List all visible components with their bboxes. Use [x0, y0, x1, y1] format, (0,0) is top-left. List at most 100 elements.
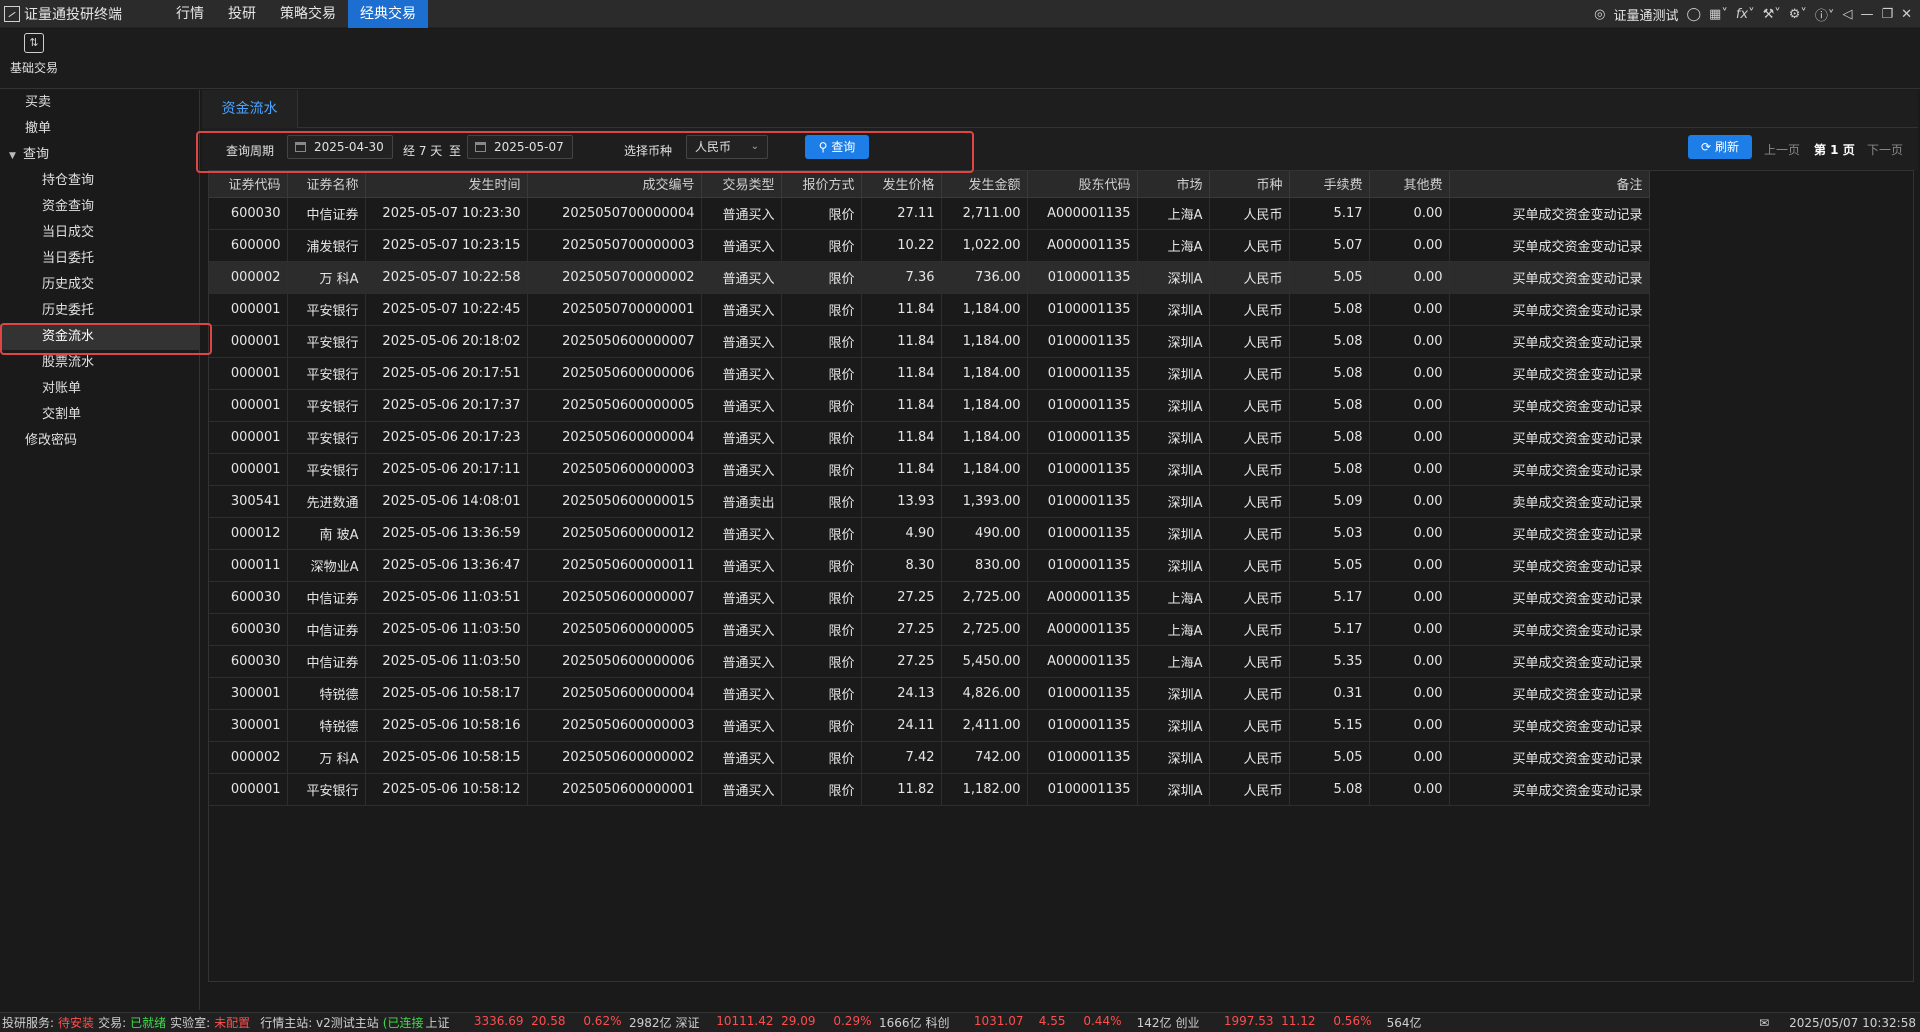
- column-header[interactable]: 备注: [1449, 171, 1650, 198]
- table-cell: 2025050600000007: [527, 581, 702, 614]
- table-cell: 000001: [209, 357, 288, 390]
- grid-layout-icon[interactable]: ▦˅: [1709, 7, 1728, 22]
- column-header[interactable]: 发生时间: [365, 171, 528, 198]
- table-cell: 2025-05-07 10:22:58: [365, 261, 528, 294]
- sidebar-item-statement[interactable]: 对账单: [0, 376, 199, 402]
- help-icon[interactable]: ⓘ˅: [1815, 5, 1835, 24]
- table-cell: A000001135: [1027, 229, 1138, 262]
- minimize-icon[interactable]: —: [1860, 7, 1873, 22]
- table-cell: 上海A: [1137, 581, 1210, 614]
- title-bar: 证量通投研终端 行情 投研 策略交易 经典交易 ◎ 证量通测试 ◯ ▦˅ fx˅…: [0, 0, 1920, 28]
- sidebar-item-today-deals[interactable]: 当日成交: [0, 220, 199, 246]
- sidebar-item-fund-flow[interactable]: 资金流水: [0, 324, 199, 350]
- status-bar: 投研服务: 待安装 交易: 已就绪 实验室: 未配置 行情主站: v2测试主站 …: [0, 1012, 1920, 1032]
- column-header[interactable]: 手续费: [1289, 171, 1370, 198]
- table-cell: 0.00: [1369, 357, 1450, 390]
- table-row[interactable]: 000012 南 玻A 2025-05-06 13:36:59 20250506000…: [209, 517, 1650, 550]
- column-header[interactable]: 发生金额: [941, 171, 1028, 198]
- table-cell: 0100001135: [1027, 773, 1138, 806]
- column-header[interactable]: 证券名称: [287, 171, 366, 198]
- start-date-input[interactable]: 2025-04-30: [287, 135, 393, 159]
- table-cell: 人民币: [1209, 517, 1290, 550]
- table-row[interactable]: 600000 浦发银行 2025-05-07 10:23:15 20250507000…: [209, 229, 1650, 262]
- query-button[interactable]: ⚲ 查询: [805, 135, 869, 159]
- table-row[interactable]: 000001 平安银行 2025-05-06 20:17:51 20250506000…: [209, 357, 1650, 390]
- menu-classic-trading[interactable]: 经典交易: [348, 0, 428, 28]
- end-date-input[interactable]: 2025-05-07: [467, 135, 573, 159]
- table-row[interactable]: 000001 平安银行 2025-05-06 20:17:23 20250506000…: [209, 421, 1650, 454]
- table-cell: 普通买入: [701, 773, 782, 806]
- table-cell: 深圳A: [1137, 773, 1210, 806]
- sidebar-item-delivery-note[interactable]: 交割单: [0, 402, 199, 428]
- table-cell: 2025050600000003: [527, 453, 702, 486]
- app-title: 证量通投研终端: [24, 6, 122, 23]
- column-header[interactable]: 成交编号: [527, 171, 702, 198]
- menu-strategy-trading[interactable]: 策略交易: [268, 0, 348, 28]
- table-row[interactable]: 000001 平安银行 2025-05-06 20:17:37 20250506000…: [209, 389, 1650, 422]
- table-row[interactable]: 300541 先进数通 2025-05-06 14:08:01 20250506000…: [209, 485, 1650, 518]
- back-icon[interactable]: ◁: [1842, 7, 1852, 22]
- currency-select[interactable]: 人民币 ⌄: [686, 135, 768, 159]
- eye-hidden-icon[interactable]: ◎: [1594, 7, 1605, 22]
- table-row[interactable]: 600030 中信证券 2025-05-06 11:03:51 20250506000…: [209, 581, 1650, 614]
- sidebar-item-buy-sell[interactable]: 买卖: [0, 90, 199, 116]
- sidebar-item-query[interactable]: ▼ 查询: [0, 142, 199, 168]
- sidebar-item-stock-flow[interactable]: 股票流水: [0, 350, 199, 376]
- sidebar-item-today-orders[interactable]: 当日委托: [0, 246, 199, 272]
- sidebar-item-fund-query[interactable]: 资金查询: [0, 194, 199, 220]
- user-avatar-icon[interactable]: ◯: [1686, 7, 1701, 22]
- table-cell: 0.31: [1289, 677, 1370, 710]
- sidebar-item-position-query[interactable]: 持仓查询: [0, 168, 199, 194]
- table-header-row: 证券代码 证券名称 发生时间 成交编号 交易类型 报价方式 发生价格 发生金额 股东代码 市场 币种…: [209, 171, 1650, 198]
- column-header[interactable]: 市场: [1137, 171, 1210, 198]
- refresh-button[interactable]: ⟳ 刷新: [1688, 135, 1752, 159]
- table-row[interactable]: 300001 特锐德 2025-05-06 10:58:16 202505060000…: [209, 709, 1650, 742]
- tab-fund-flow[interactable]: 资金流水: [202, 90, 298, 128]
- table-cell: 上海A: [1137, 613, 1210, 646]
- menu-quotes[interactable]: 行情: [164, 0, 216, 28]
- column-header[interactable]: 股东代码: [1027, 171, 1138, 198]
- table-cell: 限价: [781, 357, 862, 390]
- table-row[interactable]: 000001 平安银行 2025-05-06 20:18:02 20250506000…: [209, 325, 1650, 358]
- basic-trade-button[interactable]: ⇅ 基础交易: [6, 33, 62, 81]
- sidebar-item-change-password[interactable]: 修改密码: [0, 428, 199, 454]
- table-cell: 人民币: [1209, 453, 1290, 486]
- table-row[interactable]: 600030 中信证券 2025-05-06 11:03:50 20250506000…: [209, 645, 1650, 678]
- table-cell: 普通买入: [701, 261, 782, 294]
- table-row[interactable]: 000001 平安银行 2025-05-07 10:22:45 20250507000…: [209, 293, 1650, 326]
- column-header[interactable]: 报价方式: [781, 171, 862, 198]
- next-page-link[interactable]: 下一页: [1867, 141, 1903, 158]
- gear-icon[interactable]: ⚙˅: [1789, 7, 1807, 22]
- column-header[interactable]: 发生价格: [861, 171, 942, 198]
- table-row[interactable]: 600030 中信证券 2025-05-06 11:03:50 20250506000…: [209, 613, 1650, 646]
- table-row[interactable]: 000002 万 科A 2025-05-06 10:58:15 20250506000…: [209, 741, 1650, 774]
- table-cell: 11.84: [861, 325, 942, 358]
- mail-icon[interactable]: ✉: [1759, 1016, 1769, 1030]
- table-cell: 2025-05-06 20:17:51: [365, 357, 528, 390]
- market-name: 上证: [425, 1016, 450, 1030]
- trade-label: 交易:: [98, 1016, 127, 1030]
- user-name[interactable]: 证量通测试: [1613, 5, 1678, 24]
- table-cell: 27.11: [861, 197, 942, 230]
- column-header[interactable]: 证券代码: [209, 171, 288, 198]
- table-row[interactable]: 000002 万 科A 2025-05-07 10:22:58 20250507000…: [209, 261, 1650, 294]
- table-row[interactable]: 000001 平安银行 2025-05-06 10:58:12 20250506000…: [209, 773, 1650, 806]
- close-icon[interactable]: ✕: [1901, 7, 1912, 22]
- restore-icon[interactable]: ❐: [1881, 7, 1893, 22]
- sidebar-item-history-orders[interactable]: 历史委托: [0, 298, 199, 324]
- column-header[interactable]: 币种: [1209, 171, 1290, 198]
- table-row[interactable]: 000001 平安银行 2025-05-06 20:17:11 20250506000…: [209, 453, 1650, 486]
- table-row[interactable]: 000011 深物业A 2025-05-06 13:36:47 20250506000…: [209, 549, 1650, 582]
- column-header[interactable]: 其他费: [1369, 171, 1450, 198]
- prev-page-link[interactable]: 上一页: [1764, 141, 1800, 158]
- table-row[interactable]: 300001 特锐德 2025-05-06 10:58:17 202505060000…: [209, 677, 1650, 710]
- table-row[interactable]: 600030 中信证券 2025-05-07 10:23:30 20250507000…: [209, 197, 1650, 230]
- sidebar-item-history-deals[interactable]: 历史成交: [0, 272, 199, 298]
- menu-research[interactable]: 投研: [216, 0, 268, 28]
- function-icon[interactable]: fx˅: [1736, 7, 1755, 22]
- column-header[interactable]: 交易类型: [701, 171, 782, 198]
- table-cell: 2025050600000002: [527, 741, 702, 774]
- sidebar-item-cancel-order[interactable]: 撤单: [0, 116, 199, 142]
- table-cell: 2025-05-06 10:58:16: [365, 709, 528, 742]
- tools-icon[interactable]: ⚒˅: [1763, 7, 1781, 22]
